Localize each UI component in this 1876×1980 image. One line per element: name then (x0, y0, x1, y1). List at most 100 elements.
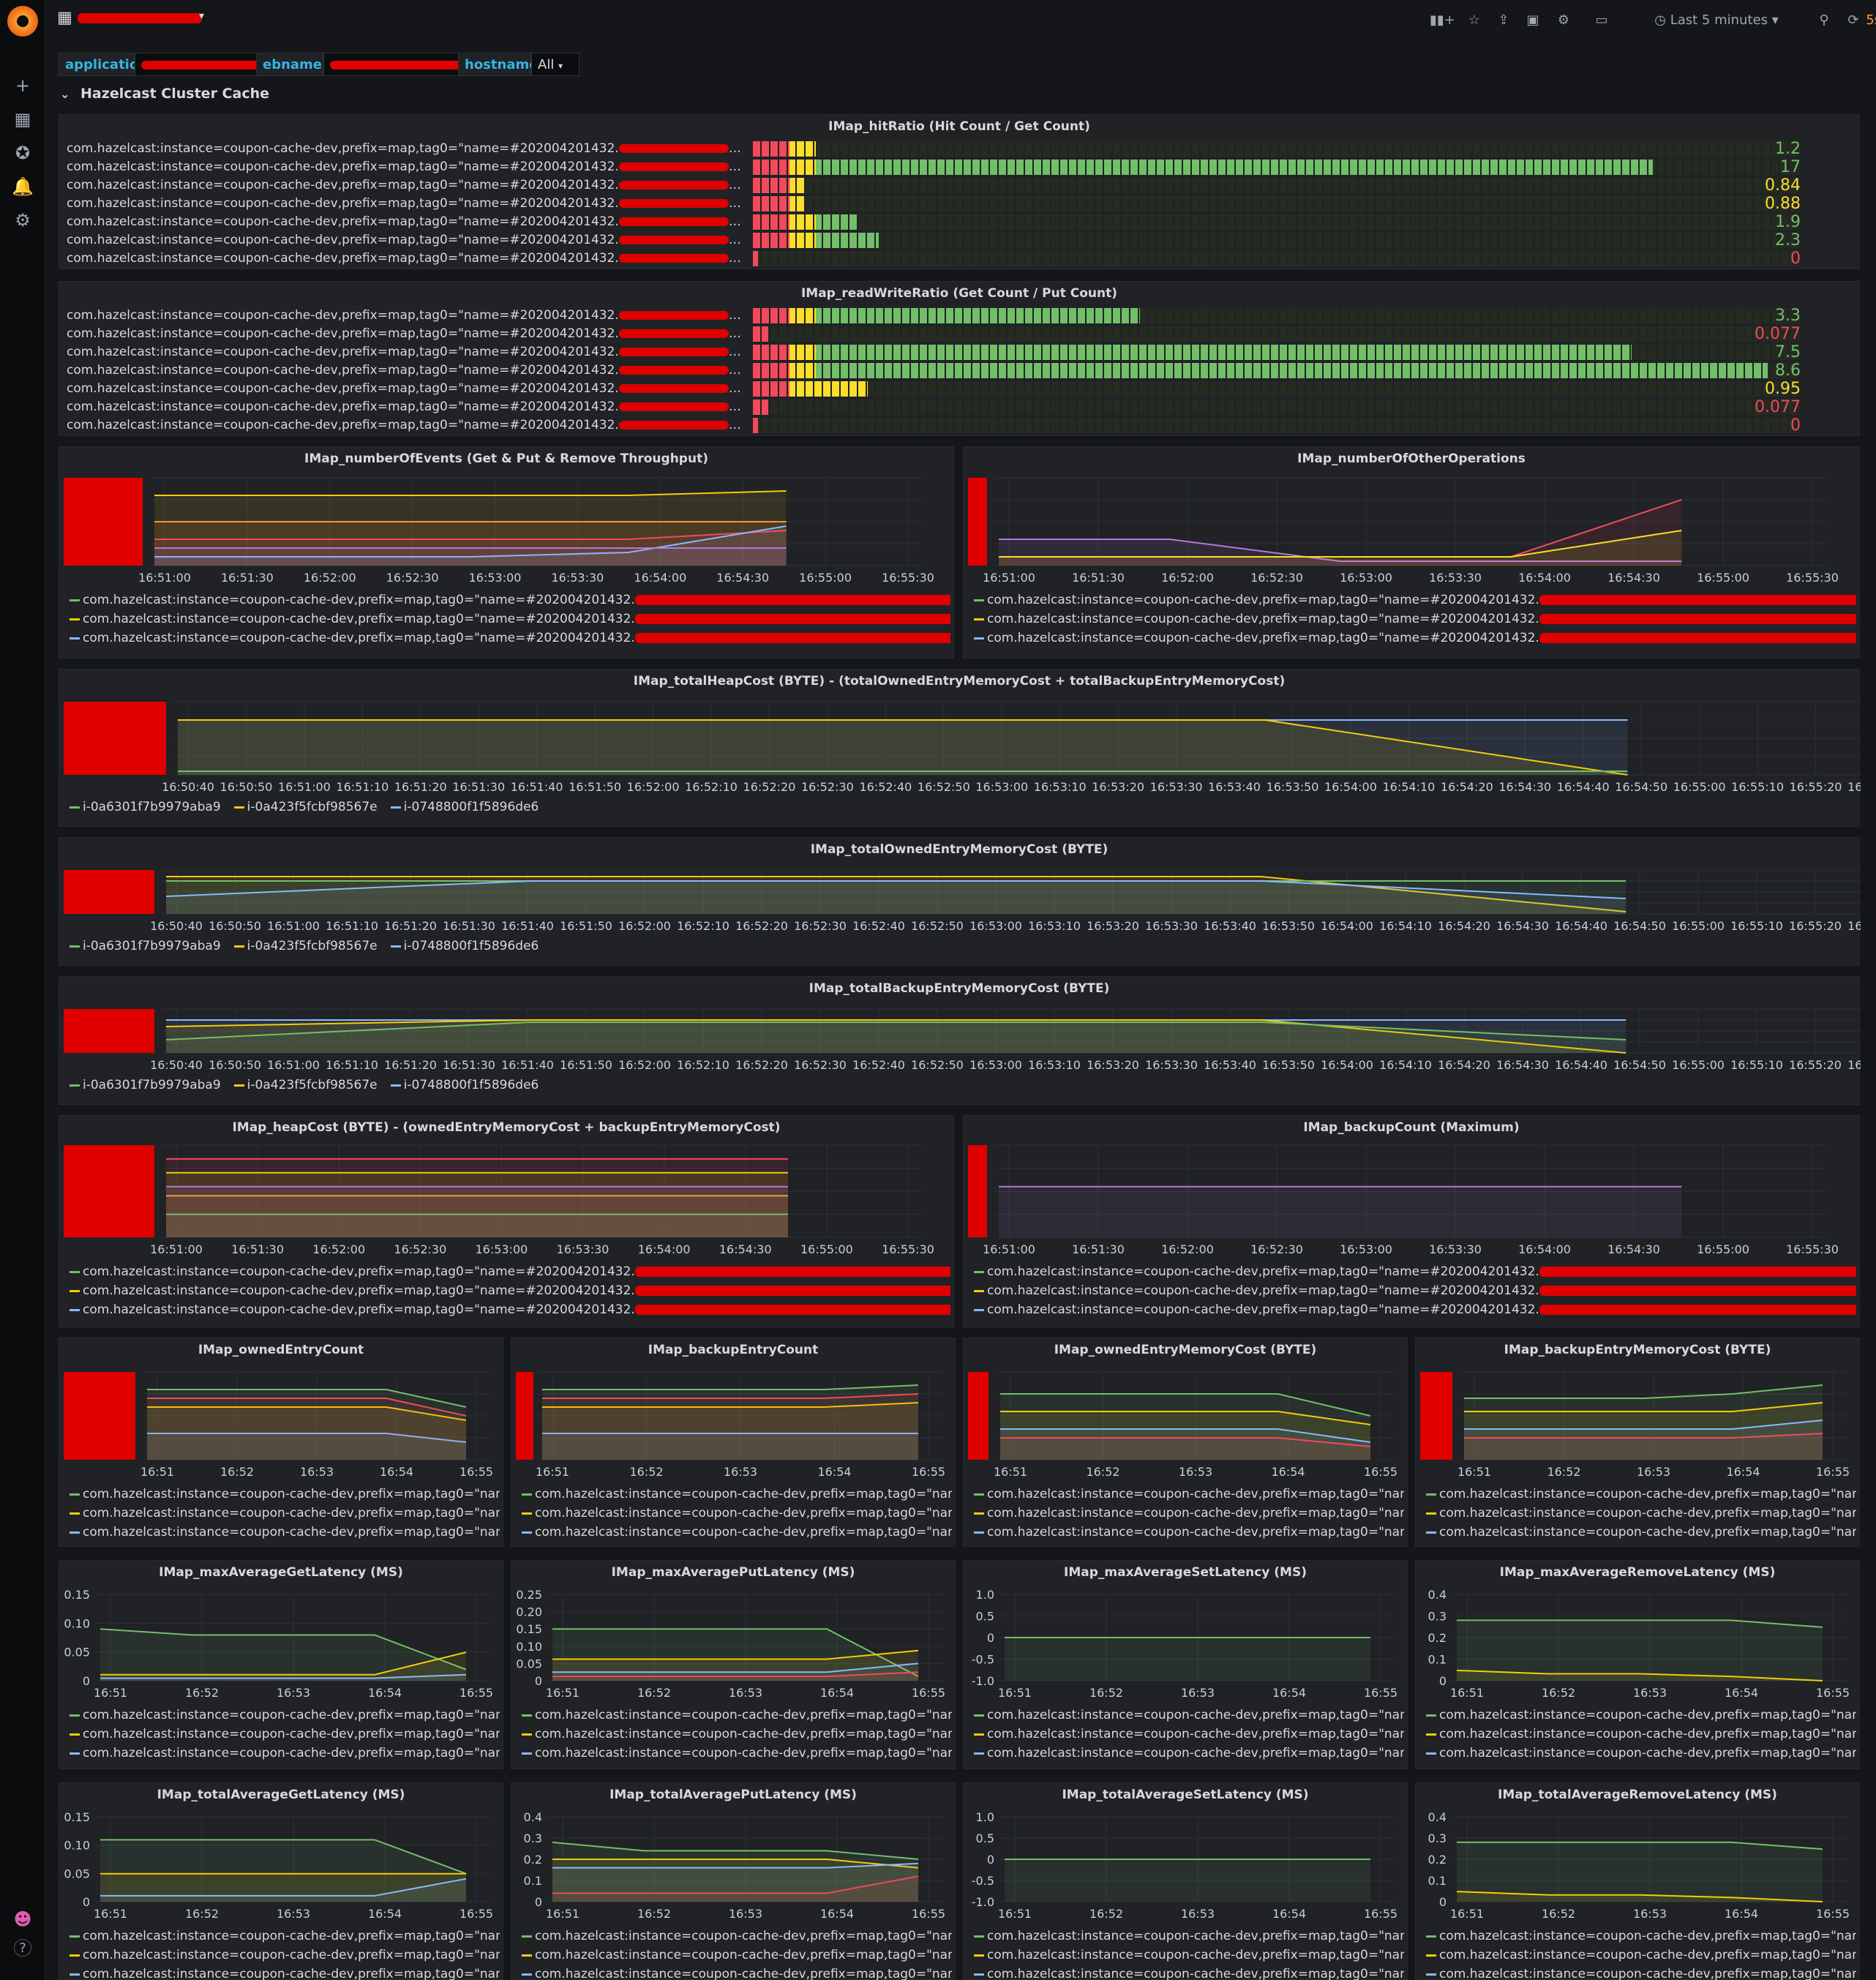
legend-item[interactable]: i-0a423f5fcbf98567e (233, 939, 378, 953)
legend-item[interactable]: com.hazelcast:instance=coupon-cache-dev,… (522, 1504, 952, 1523)
legend-item[interactable]: com.hazelcast:instance=coupon-cache-dev,… (522, 1725, 952, 1744)
graph-canvas[interactable]: 16:50:40 16:50:50 16:51:00 16:51:10 16:51:20… (59, 670, 1861, 804)
add-panel-button[interactable]: ▮▮+ (1430, 9, 1455, 32)
legend-item[interactable]: com.hazelcast:instance=coupon-cache-dev,… (1426, 1744, 1856, 1763)
legend-item[interactable]: com.hazelcast:instance=coupon-cache-dev,… (1426, 1523, 1856, 1542)
legend-item[interactable]: i-0a6301f7b9979aba9 (70, 939, 221, 953)
help-icon[interactable]: ? (14, 1939, 31, 1957)
legend-item[interactable]: com.hazelcast:instance=coupon-cache-dev,… (1426, 1706, 1856, 1725)
legend-item[interactable]: com.hazelcast:instance=coupon-cache-dev,… (70, 1300, 950, 1319)
graph-canvas[interactable]: 16:51:00 16:51:30 16:52:00 16:52:30 16:53:00… (964, 447, 1861, 595)
graph-canvas[interactable]: 16:50:40 16:50:50 16:51:00 16:51:10 16:51:20… (59, 838, 1861, 943)
save-icon[interactable]: ▣ (1520, 9, 1545, 32)
legend-item[interactable]: com.hazelcast:instance=coupon-cache-dev,… (522, 1927, 952, 1946)
legend-item[interactable]: com.hazelcast:instance=coupon-cache-dev,… (522, 1706, 952, 1725)
graph-canvas[interactable]: 1.0 0.5 0 -0.5 -1.0 16:51 16:52 16:53 16:54 16:55 (964, 1561, 1408, 1710)
legend-item[interactable]: com.hazelcast:instance=coupon-cache-dev,… (70, 1262, 950, 1281)
dashboard-title-chevron-icon[interactable]: ▾ (199, 10, 204, 22)
graph-canvas[interactable]: 0.40.30.20.1016:51 16:52 16:53 16:54 16:55 (1416, 1561, 1861, 1710)
legend-item[interactable]: com.hazelcast:instance=coupon-cache-dev,… (974, 1504, 1404, 1523)
refresh-icon[interactable]: ⟳ (1841, 9, 1866, 32)
legend-item[interactable]: com.hazelcast:instance=coupon-cache-dev,… (974, 1523, 1404, 1542)
legend-item[interactable]: com.hazelcast:instance=coupon-cache-dev,… (974, 1300, 1856, 1319)
graph-canvas[interactable]: 16:51:00 16:51:30 16:52:00 16:52:30 16:53:00… (964, 1116, 1861, 1267)
legend-item[interactable]: i-0a423f5fcbf98567e (233, 1078, 378, 1092)
legend-item[interactable]: com.hazelcast:instance=coupon-cache-dev,… (522, 1946, 952, 1965)
graph-canvas[interactable]: 0.40.30.20.1016:51 16:52 16:53 16:54 16:55 (1416, 1783, 1861, 1931)
legend-item[interactable]: com.hazelcast:instance=coupon-cache-dev,… (974, 1485, 1404, 1504)
plus-icon[interactable]: + (10, 73, 35, 98)
graph-canvas[interactable]: 0.40.30.20.1016:51 16:52 16:53 16:54 16:55 (511, 1783, 956, 1931)
legend-item[interactable]: com.hazelcast:instance=coupon-cache-dev,… (70, 1744, 500, 1763)
legend-item[interactable]: com.hazelcast:instance=coupon-cache-dev,… (974, 1281, 1856, 1300)
legend-item[interactable]: com.hazelcast:instance=coupon-cache-dev,… (974, 1965, 1404, 1980)
graph-canvas[interactable]: 0.15 0.10 0.05 0 16:51 16:52 16:53 16:54 16:55 (59, 1783, 504, 1931)
share-icon[interactable]: ⇪ (1491, 9, 1516, 32)
legend-item[interactable]: com.hazelcast:instance=coupon-cache-dev,… (70, 1927, 500, 1946)
legend-item[interactable]: com.hazelcast:instance=coupon-cache-dev,… (1426, 1725, 1856, 1744)
legend-item[interactable]: com.hazelcast:instance=coupon-cache-dev,… (974, 629, 1856, 648)
legend-item[interactable]: com.hazelcast:instance=coupon-cache-dev,… (70, 1965, 500, 1980)
panel-title[interactable]: IMap_readWriteRatio (Get Count / Put Cou… (59, 286, 1859, 301)
explore-icon[interactable]: ✪ (10, 140, 35, 165)
zoom-out-icon[interactable]: ⚲ (1812, 9, 1836, 32)
legend-item[interactable]: com.hazelcast:instance=coupon-cache-dev,… (1426, 1504, 1856, 1523)
legend-item[interactable]: com.hazelcast:instance=coupon-cache-dev,… (522, 1965, 952, 1980)
graph-canvas[interactable]: 16:51:00 16:51:30 16:52:00 16:52:30 16:53:00… (59, 1116, 955, 1267)
variable-select-hostname[interactable]: All ▾ (531, 53, 579, 76)
graph-canvas[interactable]: 16:51:00 16:51:30 16:52:00 16:52:30 16:53:00… (59, 447, 955, 595)
graph-canvas[interactable]: 0.25 0.20 0.15 0.10 0.05 0 16:51 16:52 16:53 16:5… (511, 1561, 956, 1710)
dashboard-title-redacted[interactable] (78, 13, 202, 23)
graph-canvas[interactable]: 16:51 16:52 16:53 16:54 16:55 (964, 1338, 1408, 1489)
refresh-interval-picker[interactable]: 5s ▾ (1866, 9, 1876, 32)
legend-item[interactable]: com.hazelcast:instance=coupon-cache-dev,… (974, 1946, 1404, 1965)
graph-canvas[interactable]: 16:51 16:52 16:53 16:54 16:55 (511, 1338, 956, 1489)
legend-item[interactable]: com.hazelcast:instance=coupon-cache-dev,… (1426, 1927, 1856, 1946)
legend-item[interactable]: com.hazelcast:instance=coupon-cache-dev,… (974, 1744, 1404, 1763)
legend-item[interactable]: com.hazelcast:instance=coupon-cache-dev,… (70, 1523, 500, 1542)
legend-item[interactable]: com.hazelcast:instance=coupon-cache-dev,… (70, 610, 950, 629)
legend-item[interactable]: com.hazelcast:instance=coupon-cache-dev,… (974, 590, 1856, 610)
alerting-bell-icon[interactable]: 🔔 (10, 174, 35, 199)
graph-canvas[interactable]: 0.15 0.10 0.05 0 16:51 16:52 16:53 16:54 16:55 (59, 1561, 504, 1710)
legend-item[interactable]: com.hazelcast:instance=coupon-cache-dev,… (70, 629, 950, 648)
dashboards-grid-icon[interactable]: ▦ (57, 9, 72, 27)
legend-item[interactable]: com.hazelcast:instance=coupon-cache-dev,… (70, 590, 950, 610)
legend-item[interactable]: com.hazelcast:instance=coupon-cache-dev,… (974, 1262, 1856, 1281)
legend-item[interactable]: i-0748800f1f5896de6 (390, 1078, 539, 1092)
legend-item[interactable]: com.hazelcast:instance=coupon-cache-dev,… (522, 1485, 952, 1504)
legend-item[interactable]: com.hazelcast:instance=coupon-cache-dev,… (974, 610, 1856, 629)
legend-item[interactable]: com.hazelcast:instance=coupon-cache-dev,… (522, 1523, 952, 1542)
user-avatar-icon[interactable]: ☻ (10, 1907, 35, 1932)
legend-item[interactable]: com.hazelcast:instance=coupon-cache-dev,… (70, 1946, 500, 1965)
dashboards-icon[interactable]: ▦ (10, 107, 35, 132)
legend-item[interactable]: com.hazelcast:instance=coupon-cache-dev,… (974, 1706, 1404, 1725)
settings-gear-icon[interactable]: ⚙ (1551, 9, 1576, 32)
graph-canvas[interactable]: 16:51 16:52 16:53 16:54 16:55 (1416, 1338, 1861, 1489)
legend-item[interactable]: com.hazelcast:instance=coupon-cache-dev,… (70, 1725, 500, 1744)
legend-item[interactable]: i-0a423f5fcbf98567e (233, 800, 378, 814)
tv-mode-icon[interactable]: ▭ (1589, 9, 1614, 32)
legend-item[interactable]: com.hazelcast:instance=coupon-cache-dev,… (1426, 1946, 1856, 1965)
legend-item[interactable]: com.hazelcast:instance=coupon-cache-dev,… (70, 1281, 950, 1300)
legend-item[interactable]: com.hazelcast:instance=coupon-cache-dev,… (70, 1504, 500, 1523)
graph-canvas[interactable]: 16:51 16:52 16:53 16:54 16:55 (59, 1338, 504, 1489)
legend-item[interactable]: i-0a6301f7b9979aba9 (70, 1078, 221, 1092)
legend-item[interactable]: com.hazelcast:instance=coupon-cache-dev,… (70, 1485, 500, 1504)
graph-canvas[interactable]: 1.0 0.5 0 -0.5 -1.0 16:51 16:52 16:53 16:54 16:55 (964, 1783, 1408, 1931)
gear-icon[interactable]: ⚙ (10, 208, 35, 233)
legend-item[interactable]: com.hazelcast:instance=coupon-cache-dev,… (70, 1706, 500, 1725)
legend-item[interactable]: com.hazelcast:instance=coupon-cache-dev,… (1426, 1485, 1856, 1504)
panel-title[interactable]: IMap_hitRatio (Hit Count / Get Count) (59, 119, 1859, 134)
grafana-logo-icon[interactable] (7, 6, 38, 37)
legend-item[interactable]: com.hazelcast:instance=coupon-cache-dev,… (522, 1744, 952, 1763)
graph-canvas[interactable]: 16:50:40 16:50:50 16:51:00 16:51:10 16:51:20… (59, 977, 1861, 1082)
legend-item[interactable]: com.hazelcast:instance=coupon-cache-dev,… (974, 1725, 1404, 1744)
legend-item[interactable]: i-0748800f1f5896de6 (390, 800, 539, 814)
star-icon[interactable]: ☆ (1462, 9, 1487, 32)
legend-item[interactable]: i-0a6301f7b9979aba9 (70, 800, 221, 814)
time-range-picker[interactable]: ◷ Last 5 minutes ▾ (1630, 9, 1803, 32)
legend-item[interactable]: com.hazelcast:instance=coupon-cache-dev,… (974, 1927, 1404, 1946)
row-header[interactable]: ⌄ Hazelcast Cluster Cache (60, 83, 269, 104)
legend-item[interactable]: i-0748800f1f5896de6 (390, 939, 539, 953)
